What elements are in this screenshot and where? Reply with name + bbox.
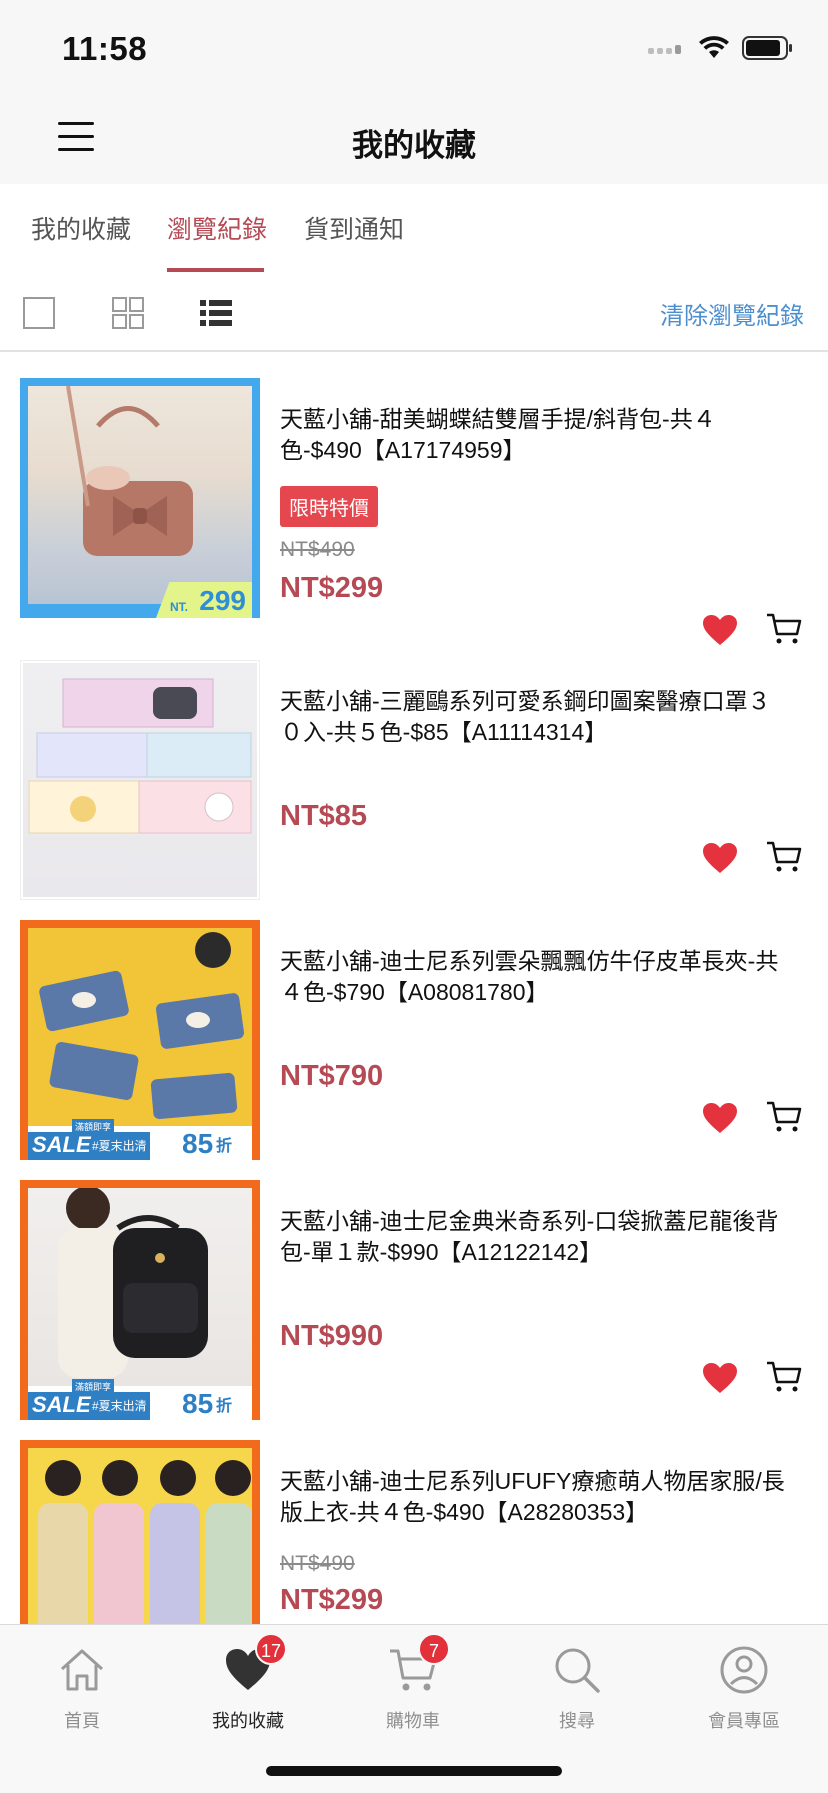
heart-icon[interactable]: [702, 1102, 738, 1134]
signal-icon: [648, 45, 681, 54]
list-item[interactable]: SALE #夏末出清 滿額即享 85 折 天藍小舖-迪士尼金典米奇系列-口袋掀蓋…: [0, 1180, 828, 1440]
list-item[interactable]: NT. 299 天藍小舖-甜美蝴蝶結雙層手提/斜背包-共４色-$490【A171…: [0, 352, 828, 645]
header: 我的收藏: [0, 92, 828, 184]
grid-view-icon[interactable]: [111, 296, 145, 330]
product-title[interactable]: 天藍小舖-迪士尼系列UFUFY療癒萌人物居家服/長版上衣-共４色-$490【A2…: [280, 1466, 790, 1528]
home-indicator: [266, 1766, 562, 1776]
product-title[interactable]: 天藍小舖-甜美蝴蝶結雙層手提/斜背包-共４色-$490【A17174959】: [280, 404, 790, 466]
tab-browse-history[interactable]: 瀏覽紀錄: [167, 210, 267, 246]
product-list: NT. 299 天藍小舖-甜美蝴蝶結雙層手提/斜背包-共４色-$490【A171…: [0, 352, 828, 1624]
original-price: NT$490: [280, 1552, 355, 1575]
product-price: NT$85: [280, 800, 368, 832]
backpack-illustration: [58, 1186, 208, 1378]
tabbar-label: 首頁: [64, 1711, 100, 1731]
tab-favorites[interactable]: 我的收藏: [31, 210, 131, 246]
wallet-illustration: [39, 932, 245, 1120]
tabbar-member[interactable]: 會員專區: [684, 1645, 804, 1733]
list-view-icon[interactable]: [199, 296, 233, 330]
sale-banner: SALE #夏末出清 滿額即享 85 折: [28, 1119, 252, 1160]
product-price: NT$790: [280, 1060, 384, 1092]
list-item[interactable]: 天藍小舖-迪士尼系列UFUFY療癒萌人物居家服/長版上衣-共４色-$490【A2…: [0, 1440, 828, 1624]
tabbar-label: 會員專區: [708, 1711, 780, 1731]
list-item[interactable]: SALE #夏末出清 滿額即享 85 折 天藍小舖-迪士尼系列雲朵飄飄仿牛仔皮革…: [0, 920, 828, 1180]
product-image[interactable]: [20, 660, 260, 900]
original-price: NT$490: [280, 538, 355, 561]
favorites-count-badge: 17: [255, 1633, 288, 1665]
battery-icon: [742, 36, 792, 60]
tab-restock-notify[interactable]: 貨到通知: [304, 210, 404, 246]
home-icon: [60, 1649, 104, 1691]
status-bar: 11:58: [0, 0, 828, 92]
cart-count-badge: 7: [418, 1633, 450, 1665]
user-icon: [720, 1646, 768, 1694]
tabbar-favorites[interactable]: 17 我的收藏: [188, 1633, 308, 1733]
product-image[interactable]: SALE #夏末出清 滿額即享 85 折: [20, 1180, 260, 1420]
cart-icon[interactable]: [766, 840, 802, 874]
wifi-icon: [699, 36, 729, 58]
loungewear-illustration: [38, 1460, 252, 1624]
tabbar-search[interactable]: 搜尋: [517, 1645, 637, 1733]
tabbar-home[interactable]: 首頁: [22, 1645, 142, 1733]
price-badge: NT. 299: [156, 582, 252, 618]
product-image[interactable]: [20, 1440, 260, 1624]
view-toolbar: 清除瀏覽紀錄: [0, 272, 828, 352]
status-icons: [648, 36, 794, 60]
sale-banner: SALE #夏末出清 滿額即享 85 折: [28, 1379, 252, 1420]
status-time: 11:58: [62, 30, 148, 67]
list-item[interactable]: 天藍小舖-三麗鷗系列可愛系鋼印圖案醫療口罩３０入-共５色-$85【A111143…: [0, 660, 828, 920]
tabbar-label: 我的收藏: [212, 1711, 284, 1731]
product-image[interactable]: SALE #夏末出清 滿額即享 85 折: [20, 920, 260, 1160]
heart-icon[interactable]: [702, 842, 738, 874]
tabbar-cart[interactable]: 7 購物車: [353, 1633, 473, 1733]
tabbar-label: 搜尋: [559, 1711, 595, 1731]
product-price: NT$299: [280, 572, 384, 604]
cart-icon[interactable]: [766, 612, 802, 646]
clear-history-button[interactable]: 清除瀏覽紀錄: [660, 296, 804, 331]
mask-boxes-illustration: [28, 678, 252, 834]
heart-icon[interactable]: [702, 1362, 738, 1394]
heart-icon[interactable]: [702, 614, 738, 646]
product-price: NT$299: [280, 1584, 384, 1616]
tabbar-label: 購物車: [386, 1711, 440, 1731]
cart-icon[interactable]: [766, 1360, 802, 1394]
tab-bar: 我的收藏 瀏覽紀錄 貨到通知: [0, 184, 828, 272]
bag-illustration: [66, 385, 193, 556]
search-icon: [555, 1648, 600, 1693]
sale-tag: 限時特價: [280, 486, 378, 527]
single-view-icon[interactable]: [22, 296, 56, 330]
product-price: NT$990: [280, 1320, 384, 1352]
product-title[interactable]: 天藍小舖-迪士尼金典米奇系列-口袋掀蓋尼龍後背包-單１款-$990【A12122…: [280, 1206, 790, 1268]
cart-icon[interactable]: [766, 1100, 802, 1134]
product-title[interactable]: 天藍小舖-迪士尼系列雲朵飄飄仿牛仔皮革長夾-共４色-$790【A08081780…: [280, 946, 790, 1008]
product-image[interactable]: NT. 299: [20, 378, 260, 618]
page-title: 我的收藏: [352, 128, 476, 163]
product-title[interactable]: 天藍小舖-三麗鷗系列可愛系鋼印圖案醫療口罩３０入-共５色-$85【A111143…: [280, 686, 790, 748]
